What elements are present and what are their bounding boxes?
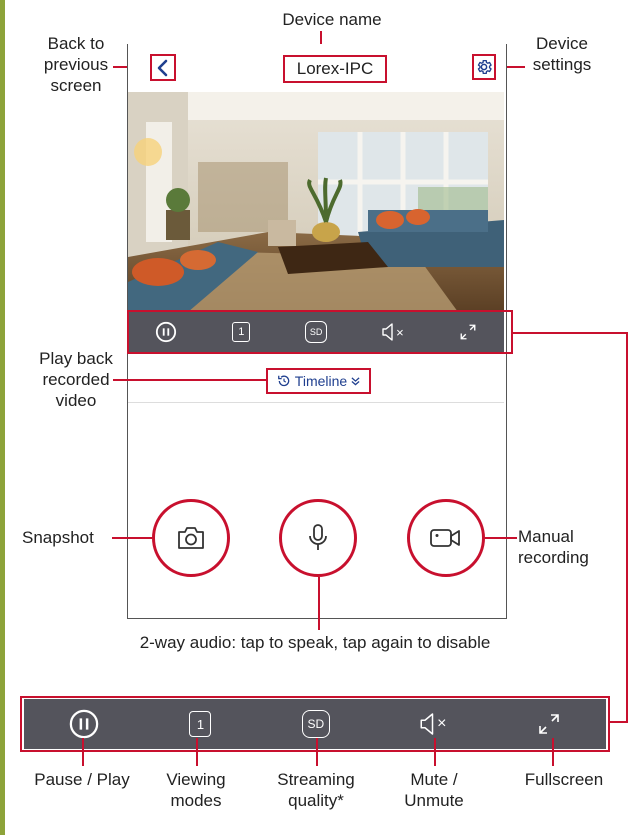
- video-camera-icon: [430, 529, 460, 547]
- snapshot-annotation: Snapshot: [22, 528, 94, 547]
- divider: [128, 402, 504, 403]
- leader-line: [318, 577, 320, 630]
- history-icon: [277, 375, 290, 387]
- leader-line: [608, 721, 628, 723]
- device-name-annotation: Device name: [282, 10, 382, 29]
- leader-line: [434, 738, 436, 766]
- leader-line: [552, 738, 554, 766]
- leader-line: [316, 738, 318, 766]
- leader-line: [626, 332, 628, 723]
- leader-line: [196, 738, 198, 766]
- leader-line: [113, 379, 266, 381]
- manual-recording-annotation: Manual recording: [518, 527, 589, 567]
- living-room-image: [128, 92, 504, 312]
- settings-annotation: Device settings: [532, 34, 592, 74]
- chevron-down-icon: [351, 376, 360, 385]
- fullscreen-annotation: Fullscreen: [524, 770, 604, 789]
- leader-line: [513, 332, 628, 334]
- viewing-modes-annotation: Viewing modes: [166, 770, 226, 810]
- streaming-quality-annotation: Streaming quality*: [277, 770, 355, 810]
- camera-icon: [178, 527, 204, 549]
- snapshot-button[interactable]: [152, 499, 230, 577]
- leader-line: [485, 537, 517, 539]
- camera-feed[interactable]: [128, 92, 504, 312]
- leader-line: [112, 537, 152, 539]
- timeline-button[interactable]: Timeline: [266, 368, 371, 394]
- settings-button[interactable]: [472, 54, 496, 80]
- back-annotation: Back to previous screen: [43, 34, 109, 95]
- timeline-label: Timeline: [294, 373, 348, 389]
- playback-annotation: Play back recorded video: [39, 349, 113, 410]
- side-stripe: [0, 0, 5, 835]
- mute-annotation: Mute / Unmute: [404, 770, 464, 810]
- device-title: Lorex-IPC: [283, 55, 387, 83]
- gear-icon: [477, 59, 492, 75]
- control-bar-highlight: [127, 310, 513, 354]
- two-way-audio-button[interactable]: [279, 499, 357, 577]
- leader-line: [82, 738, 84, 766]
- manual-recording-button[interactable]: [407, 499, 485, 577]
- pause-play-annotation: Pause / Play: [34, 770, 130, 789]
- enlarged-bar-highlight: [20, 696, 610, 752]
- back-button[interactable]: [150, 54, 176, 81]
- two-way-audio-annotation: 2-way audio: tap to speak, tap again to …: [139, 633, 491, 652]
- microphone-icon: [309, 524, 327, 550]
- chevron-left-icon: [157, 59, 168, 76]
